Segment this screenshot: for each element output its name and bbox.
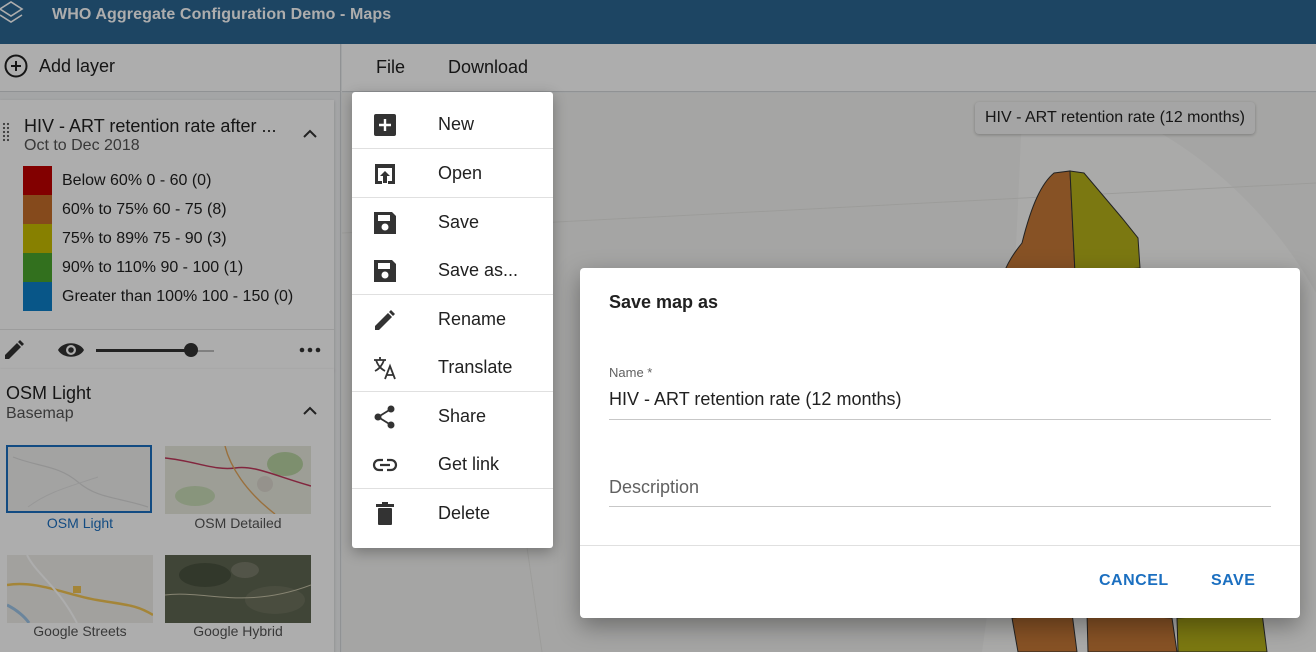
open-in-browser-icon bbox=[375, 164, 395, 184]
menu-item-get-link[interactable]: Get link bbox=[352, 440, 553, 488]
menu-item-label: Save bbox=[438, 212, 480, 232]
menu-item-save-as[interactable]: Save as... bbox=[352, 246, 553, 294]
menu-item-label: Get link bbox=[438, 454, 500, 474]
save-as-icon bbox=[374, 260, 396, 282]
menu-item-label: Translate bbox=[438, 357, 513, 377]
menu-item-save[interactable]: Save bbox=[352, 198, 553, 246]
menu-item-label: Delete bbox=[438, 503, 491, 523]
menu-item-rename[interactable]: Rename bbox=[352, 295, 553, 343]
save-icon bbox=[374, 212, 396, 234]
menu-item-delete[interactable]: Delete bbox=[352, 489, 553, 537]
name-field-underline bbox=[609, 419, 1271, 420]
cancel-button[interactable]: CANCEL bbox=[1099, 572, 1169, 590]
menu-item-share[interactable]: Share bbox=[352, 392, 553, 440]
description-field[interactable] bbox=[609, 477, 1271, 498]
add-box-icon bbox=[374, 114, 396, 136]
menu-item-label: Rename bbox=[438, 309, 507, 329]
trash-icon bbox=[376, 502, 394, 525]
save-button[interactable]: SAVE bbox=[1211, 572, 1255, 590]
pencil-icon bbox=[375, 310, 395, 330]
menu-item-new[interactable]: New bbox=[352, 100, 553, 148]
save-map-dialog: Save map as Name * HIV - ART retention r… bbox=[580, 268, 1300, 618]
share-icon bbox=[374, 405, 395, 429]
menu-item-translate[interactable]: Translate bbox=[352, 343, 553, 391]
menu-item-label: New bbox=[438, 114, 475, 134]
file-menu: New Open Save Save as... Rename Translat… bbox=[352, 92, 553, 548]
menu-item-label: Open bbox=[438, 163, 483, 183]
dialog-title: Save map as bbox=[609, 292, 719, 312]
name-field[interactable]: HIV - ART retention rate (12 months) bbox=[609, 389, 1271, 410]
menu-item-label: Share bbox=[438, 406, 487, 426]
dialog-actions-divider bbox=[580, 545, 1300, 546]
menu-item-label: Save as... bbox=[438, 260, 519, 280]
menu-item-open[interactable]: Open bbox=[352, 149, 553, 197]
name-field-label: Name * bbox=[609, 365, 653, 380]
translate-icon bbox=[374, 357, 396, 380]
description-field-underline bbox=[609, 506, 1271, 507]
link-icon bbox=[372, 458, 398, 472]
